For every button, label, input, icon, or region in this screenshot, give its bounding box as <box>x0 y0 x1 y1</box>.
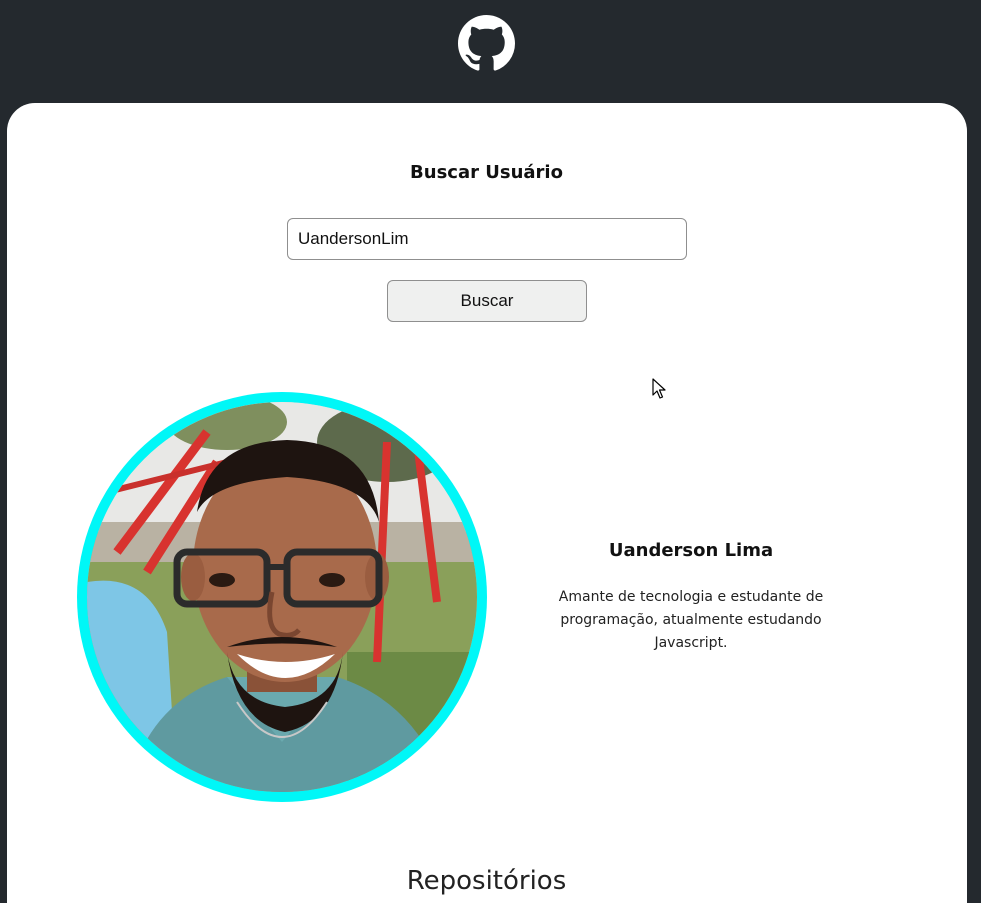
search-button[interactable]: Buscar <box>387 280 587 322</box>
avatar <box>87 402 477 792</box>
avatar-ring <box>77 392 487 802</box>
profile-name: Uanderson Lima <box>608 540 774 561</box>
mouse-cursor-icon <box>652 378 666 399</box>
repositories-title: Repositórios <box>406 866 567 896</box>
user-photo <box>87 402 477 792</box>
search-title: Buscar Usuário <box>410 162 563 183</box>
profile-bio: Amante de tecnologia e estudante de prog… <box>558 589 824 651</box>
github-icon[interactable] <box>458 15 515 72</box>
search-input[interactable] <box>287 218 687 260</box>
top-bar <box>0 0 981 103</box>
